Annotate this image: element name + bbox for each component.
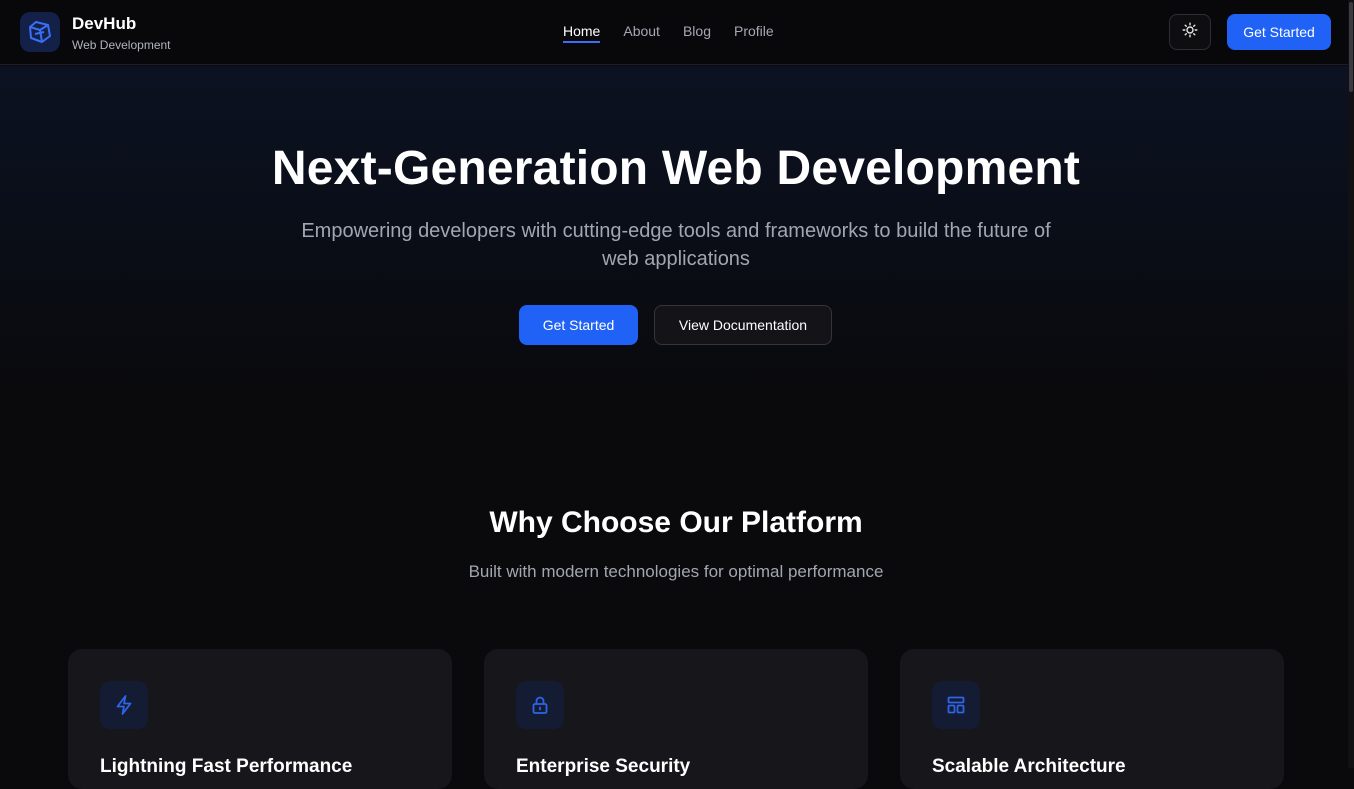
feature-card-security: Enterprise Security <box>484 649 868 789</box>
get-started-button[interactable]: Get Started <box>519 305 638 345</box>
hero-subtitle: Empowering developers with cutting-edge … <box>301 220 1051 270</box>
cube-logo-icon <box>20 12 60 52</box>
get-started-nav-button[interactable]: Get Started <box>1227 14 1331 50</box>
scrollbar-thumb[interactable] <box>1349 2 1353 92</box>
feature-card-performance: Lightning Fast Performance <box>68 649 452 789</box>
features-subtitle: Built with modern technologies for optim… <box>468 562 884 581</box>
lock-icon <box>516 681 564 729</box>
sun-icon <box>1182 22 1198 43</box>
feature-card-title: Lightning Fast Performance <box>100 756 353 777</box>
top-navbar: DevHub Web Development Home About Blog P… <box>0 0 1348 65</box>
main-nav: Home About Blog Profile <box>563 22 797 43</box>
nav-link-home[interactable]: Home <box>563 22 601 43</box>
layout-icon <box>932 681 980 729</box>
nav-link-profile[interactable]: Profile <box>734 22 774 43</box>
feature-card-architecture: Scalable Architecture <box>900 649 1284 789</box>
scrollbar[interactable] <box>1348 0 1354 768</box>
hero-title: Next-Generation Web Development <box>271 142 1081 195</box>
nav-link-about[interactable]: About <box>623 22 660 43</box>
brand-tagline: Web Development <box>72 38 171 52</box>
feature-card-title: Enterprise Security <box>516 756 691 777</box>
logo[interactable]: DevHub Web Development <box>20 12 171 53</box>
brand-name: DevHub <box>72 14 137 33</box>
view-documentation-button[interactable]: View Documentation <box>654 305 832 345</box>
lightning-icon <box>100 681 148 729</box>
features-title: Why Choose Our Platform <box>489 506 863 539</box>
theme-toggle-button[interactable] <box>1169 14 1211 50</box>
feature-card-title: Scalable Architecture <box>932 756 1126 777</box>
nav-link-blog[interactable]: Blog <box>683 22 711 43</box>
